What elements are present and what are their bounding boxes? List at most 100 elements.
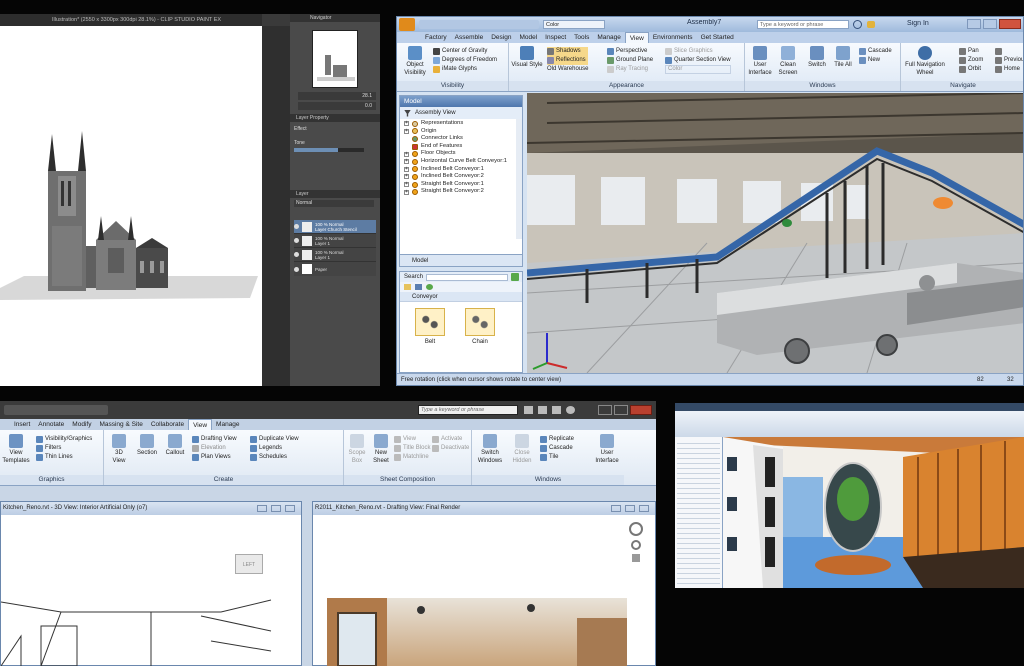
- navigation-bar[interactable]: [625, 522, 647, 582]
- user-interface-button[interactable]: User Interface: [747, 46, 773, 77]
- tree-item[interactable]: + Floor Objects: [400, 150, 522, 158]
- environment-select[interactable]: Old Warehouse: [547, 65, 588, 74]
- navigator-tab[interactable]: Navigator: [290, 14, 380, 22]
- layer-tab[interactable]: Layer: [290, 190, 380, 198]
- browser-scrollbar[interactable]: [516, 119, 522, 239]
- layer-item[interactable]: 100 % Normal Layer 1: [294, 234, 376, 248]
- tree-item[interactable]: Connector Links: [400, 135, 522, 143]
- tile-button[interactable]: Tile: [540, 453, 574, 462]
- tab-massing-site[interactable]: Massing & Site: [95, 419, 146, 430]
- plan-views-button[interactable]: Plan Views: [192, 453, 237, 462]
- search-box[interactable]: Type a keyword or phrase: [757, 20, 849, 29]
- help-icon[interactable]: [566, 406, 575, 414]
- clip-canvas-area[interactable]: [0, 26, 262, 386]
- view-1-maximize[interactable]: [271, 505, 281, 512]
- cascade-button[interactable]: Cascade: [540, 444, 574, 453]
- tab-get-started[interactable]: Get Started: [697, 32, 738, 43]
- imate-glyphs-toggle[interactable]: iMate Glyphs: [433, 65, 497, 74]
- zoom-button[interactable]: Zoom: [959, 56, 983, 65]
- navigator-rotate[interactable]: 0.0: [298, 102, 376, 110]
- view-button[interactable]: View: [394, 435, 430, 444]
- center-of-gravity-toggle[interactable]: Center of Gravity: [433, 47, 497, 56]
- factory-3d-viewport[interactable]: [527, 93, 1023, 373]
- tone-slider[interactable]: [294, 148, 364, 152]
- shadows-toggle[interactable]: Shadows: [547, 47, 589, 56]
- section-button[interactable]: Section: [134, 434, 160, 457]
- tab-tools[interactable]: Tools: [570, 32, 593, 43]
- tab-factory[interactable]: Factory: [421, 32, 451, 43]
- tree-item[interactable]: + Straight Belt Conveyor:1: [400, 181, 522, 189]
- visibility-graphics-button[interactable]: Visibility/Graphics: [36, 435, 92, 444]
- quarter-section-button[interactable]: Quarter Section View: [665, 56, 731, 65]
- callout-button[interactable]: Callout: [162, 434, 188, 457]
- blend-mode-select[interactable]: Normal: [294, 200, 374, 207]
- clean-screen-button[interactable]: Clean Screen: [775, 46, 801, 77]
- tree-item[interactable]: End of Features: [400, 143, 522, 151]
- maximize-button[interactable]: [614, 405, 628, 415]
- layer-property-tab[interactable]: Layer Property: [290, 114, 380, 122]
- model-browser-header[interactable]: Model: [400, 96, 522, 107]
- deactivate-button[interactable]: Deactivate: [432, 444, 469, 453]
- search-field[interactable]: [426, 273, 508, 281]
- 3d-view-button[interactable]: 3D View: [108, 434, 130, 465]
- view-2-close[interactable]: [639, 505, 649, 512]
- tree-item[interactable]: + Horizontal Curve Belt Conveyor:1: [400, 158, 522, 166]
- tab-environments[interactable]: Environments: [649, 32, 697, 43]
- ray-tracing-toggle[interactable]: Ray Tracing: [607, 65, 653, 74]
- color-select[interactable]: Color: [665, 65, 731, 74]
- close-button[interactable]: [999, 19, 1021, 29]
- orbit-button[interactable]: Orbit: [959, 65, 983, 74]
- tab-view[interactable]: View: [188, 419, 213, 430]
- view-1-minimize[interactable]: [257, 505, 267, 512]
- switch-windows-button[interactable]: Switch Windows: [476, 434, 504, 465]
- tab-model[interactable]: Model: [515, 32, 541, 43]
- belt-conveyor-item[interactable]: Belt: [412, 308, 448, 346]
- tree-item[interactable]: + Inclined Belt Conveyor:2: [400, 173, 522, 181]
- cascade-button[interactable]: Cascade: [859, 47, 892, 56]
- clip-side-scroll[interactable]: [262, 26, 290, 386]
- arch-3d-viewport[interactable]: [723, 437, 1024, 588]
- color-field[interactable]: Color: [543, 20, 605, 29]
- eye-icon[interactable]: [294, 266, 299, 272]
- tab-insert[interactable]: Insert: [10, 419, 34, 430]
- minimize-button[interactable]: [967, 19, 981, 29]
- list-view-icon[interactable]: [415, 284, 422, 290]
- tree-item[interactable]: + Representations: [400, 120, 522, 128]
- zoom-icon[interactable]: [631, 540, 641, 550]
- model-bottom-tab[interactable]: Model: [400, 254, 522, 266]
- filter-icon[interactable]: [404, 109, 411, 117]
- new-sheet-button[interactable]: New Sheet: [370, 434, 392, 465]
- visual-style-button[interactable]: Visual Style: [511, 46, 543, 69]
- tab-collaborate[interactable]: Collaborate: [147, 419, 188, 430]
- slice-graphics-button[interactable]: Slice Graphics: [665, 47, 731, 56]
- activate-button[interactable]: Activate: [432, 435, 469, 444]
- quick-access-toolbar[interactable]: [4, 405, 108, 415]
- chain-conveyor-item[interactable]: Chain: [462, 308, 498, 346]
- look-at-button[interactable]: [995, 47, 1023, 56]
- full-navigation-wheel-button[interactable]: Full Navigation Wheel: [903, 46, 947, 77]
- tab-design[interactable]: Design: [487, 32, 515, 43]
- tab-annotate[interactable]: Annotate: [34, 419, 68, 430]
- home-view-button[interactable]: Home: [995, 65, 1023, 74]
- tab-inspect[interactable]: Inspect: [541, 32, 570, 43]
- new-window-button[interactable]: New: [859, 56, 892, 65]
- binoculars-icon[interactable]: [524, 406, 533, 414]
- degrees-of-freedom-toggle[interactable]: Degrees of Freedom: [433, 56, 497, 65]
- duplicate-view-button[interactable]: Duplicate View: [250, 435, 299, 444]
- pan-icon[interactable]: [632, 554, 640, 562]
- tab-manage[interactable]: Manage: [212, 419, 244, 430]
- eye-icon[interactable]: [294, 224, 299, 229]
- tree-item[interactable]: + Origin: [400, 128, 522, 136]
- tile-all-button[interactable]: Tile All: [831, 46, 855, 69]
- previous-view-button[interactable]: Previous: [995, 56, 1023, 65]
- layer-item[interactable]: Paper: [294, 262, 376, 276]
- sign-in-link[interactable]: Sign In: [907, 20, 929, 27]
- layer-item[interactable]: 100 % Normal Layer 1: [294, 248, 376, 262]
- revit-search-box[interactable]: Type a keyword or phrase: [418, 405, 518, 415]
- tree-item[interactable]: + Straight Belt Conveyor:2: [400, 188, 522, 196]
- tab-modify[interactable]: Modify: [68, 419, 95, 430]
- close-hidden-button[interactable]: Close Hidden: [508, 434, 536, 465]
- minimize-button[interactable]: [598, 405, 612, 415]
- conveyor-category[interactable]: Conveyor: [400, 292, 522, 302]
- filters-button[interactable]: Filters: [36, 444, 92, 453]
